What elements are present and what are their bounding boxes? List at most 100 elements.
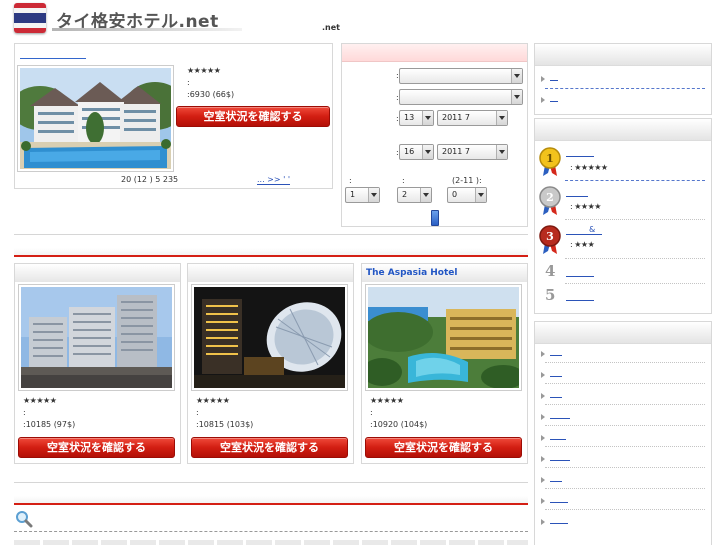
area-link[interactable] bbox=[550, 371, 562, 377]
section-bar-recommended bbox=[14, 234, 528, 257]
area-link[interactable] bbox=[550, 413, 570, 419]
chevron-down-icon bbox=[422, 145, 433, 159]
area-list-header bbox=[535, 322, 711, 344]
ranking-2-link[interactable] bbox=[566, 191, 588, 197]
chevron-down-icon bbox=[422, 111, 433, 125]
check-availability-button[interactable]: 空室状況を確認する bbox=[18, 437, 175, 458]
sidebar-box-menu bbox=[534, 43, 712, 115]
chevron-down-icon bbox=[420, 188, 431, 202]
ranking-5-link[interactable] bbox=[566, 295, 594, 301]
hotel-card: ★★★★★ : :10185 (97$) 空室状況を確認する bbox=[14, 263, 181, 464]
dotted-divider bbox=[565, 258, 705, 259]
children-select[interactable]: 0 bbox=[447, 187, 487, 203]
adults-label: : bbox=[402, 176, 405, 185]
dashed-divider bbox=[14, 531, 528, 532]
area-link[interactable] bbox=[550, 350, 562, 356]
checkout-day-select[interactable]: 16 bbox=[399, 144, 434, 160]
area-link[interactable] bbox=[550, 518, 568, 524]
featured-hotel-photo[interactable] bbox=[17, 65, 174, 172]
dotted-divider bbox=[545, 362, 705, 363]
dashed-divider bbox=[565, 180, 705, 181]
ranking-1-link[interactable] bbox=[566, 151, 594, 157]
ranking-1-stars: : ★★★★★ bbox=[570, 163, 608, 172]
title-underline bbox=[52, 28, 242, 31]
hotel-card-photo[interactable] bbox=[365, 284, 522, 391]
adults-select[interactable]: 2 bbox=[397, 187, 432, 203]
checkin-month-value: 2011 7 bbox=[442, 113, 470, 122]
checkin-month-select[interactable]: 2011 7 bbox=[437, 110, 508, 126]
chevron-down-icon bbox=[368, 188, 379, 202]
ranking-5-number: 5 bbox=[545, 286, 556, 304]
sidebar-box-header bbox=[535, 44, 711, 66]
hotel-price: :10185 (97$) bbox=[23, 420, 76, 429]
gold-medal-icon: 1 bbox=[539, 147, 561, 176]
area-link[interactable] bbox=[550, 497, 568, 503]
chevron-down-icon bbox=[496, 111, 507, 125]
hotel-price: :10920 (104$) bbox=[370, 420, 428, 429]
dotted-divider bbox=[545, 467, 705, 468]
bronze-medal-icon: 3 bbox=[539, 225, 561, 254]
hotel-info-line: : bbox=[196, 408, 199, 417]
hotel-star-rating: ★★★★★ bbox=[370, 396, 404, 405]
ranking-header bbox=[535, 119, 711, 141]
search-magnifier-icon[interactable] bbox=[15, 510, 33, 528]
site-header: タイ格安ホテル.net .net bbox=[0, 0, 727, 38]
search-panel-header bbox=[342, 44, 527, 62]
bullet-arrow-icon bbox=[541, 393, 545, 399]
area-select[interactable] bbox=[399, 89, 523, 105]
checkout-day-value: 16 bbox=[404, 147, 415, 156]
bullet-arrow-icon bbox=[541, 456, 545, 462]
bullet-arrow-icon bbox=[541, 477, 545, 483]
children-label: (2-11 ): bbox=[452, 176, 482, 185]
featured-more-link[interactable]: ... >> ' ' bbox=[257, 175, 291, 185]
area-link[interactable] bbox=[550, 392, 562, 398]
hotel-card-photo[interactable] bbox=[18, 284, 175, 391]
featured-check-availability-button[interactable]: 空室状況を確認する bbox=[176, 106, 330, 127]
ranking-3-link[interactable]: & bbox=[566, 225, 602, 235]
hotel-card-title[interactable] bbox=[15, 264, 180, 282]
hotel-star-rating: ★★★★★ bbox=[196, 396, 230, 405]
bullet-arrow-icon bbox=[541, 414, 545, 420]
ranking-3-stars: : ★★★ bbox=[570, 240, 595, 249]
chevron-down-icon bbox=[511, 69, 522, 83]
hotel-card-title[interactable] bbox=[188, 264, 353, 282]
check-availability-button[interactable]: 空室状況を確認する bbox=[191, 437, 348, 458]
hotel-card-photo[interactable] bbox=[191, 284, 348, 391]
section-divider bbox=[14, 255, 528, 257]
rooms-value: 1 bbox=[350, 190, 356, 199]
featured-info-line: : bbox=[187, 78, 190, 87]
site-tagline: .net bbox=[322, 23, 340, 32]
search-submit-button[interactable] bbox=[431, 210, 439, 226]
more-link-text: >> ' ' bbox=[267, 175, 291, 184]
section-divider bbox=[14, 503, 528, 505]
hotel-info-line: : bbox=[370, 408, 373, 417]
hotel-card-title[interactable]: The Aspasia Hotel bbox=[362, 264, 527, 282]
sidebar-link[interactable] bbox=[550, 96, 558, 102]
silver-medal-icon: 2 bbox=[539, 186, 561, 215]
checkin-day-select[interactable]: 13 bbox=[399, 110, 434, 126]
dotted-divider bbox=[545, 509, 705, 510]
city-select[interactable] bbox=[399, 68, 523, 84]
dashed-divider bbox=[545, 88, 705, 89]
sidebar-link[interactable] bbox=[550, 75, 558, 81]
svg-text:2: 2 bbox=[546, 191, 554, 204]
svg-text:3: 3 bbox=[546, 230, 554, 243]
check-availability-button[interactable]: 空室状況を確認する bbox=[365, 437, 522, 458]
area-tab-strip bbox=[14, 540, 528, 545]
area-link[interactable] bbox=[550, 455, 570, 461]
chevron-down-icon bbox=[475, 188, 486, 202]
checkout-month-select[interactable]: 2011 7 bbox=[437, 144, 508, 160]
svg-text:1: 1 bbox=[546, 152, 554, 165]
hotel-card: The Aspasia Hotel ★★★★★ : :10920 (104$) … bbox=[361, 263, 528, 464]
featured-hotel-name-link[interactable] bbox=[20, 54, 86, 59]
section-bar-search-by-area bbox=[14, 482, 528, 505]
ranking-3-link-text: & bbox=[589, 225, 596, 234]
ranking-4-link[interactable] bbox=[566, 271, 594, 277]
featured-price: :6930 (66$) bbox=[187, 90, 235, 99]
rooms-select[interactable]: 1 bbox=[345, 187, 380, 203]
area-link[interactable] bbox=[550, 434, 566, 440]
bullet-arrow-icon bbox=[541, 372, 545, 378]
area-link[interactable] bbox=[550, 476, 562, 482]
thai-flag-logo[interactable] bbox=[14, 3, 46, 33]
dotted-divider bbox=[545, 488, 705, 489]
